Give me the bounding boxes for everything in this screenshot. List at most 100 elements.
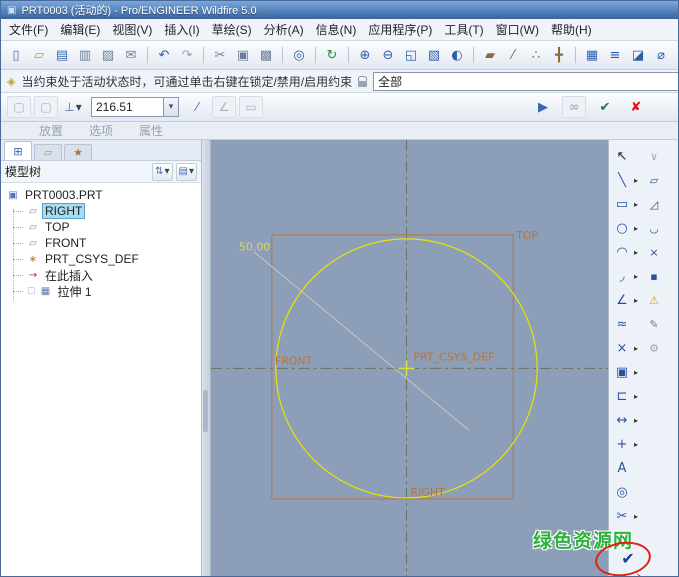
menu-item[interactable]: 窗口(W)	[490, 19, 545, 40]
text-tool[interactable]: A	[612, 458, 632, 478]
flyout-arrow-icon[interactable]: ▸	[632, 440, 640, 449]
datum-plane-toggle[interactable]: ▰	[479, 43, 501, 67]
save-a-copy-button[interactable]: ▨	[97, 43, 119, 67]
tree-item-part[interactable]: ▣ PRT0003.PRT	[1, 187, 201, 203]
dimension-leader-line[interactable]	[254, 252, 469, 431]
region-button[interactable]: ▭ ▾	[239, 96, 263, 118]
flyout-arrow-icon[interactable]: ▸	[632, 176, 640, 185]
rectangle-tool[interactable]: ▭	[612, 194, 632, 214]
datum-point-toggle[interactable]: ∴	[525, 43, 547, 67]
tab-folder-browser[interactable]: ▱	[34, 144, 62, 160]
tree-item-right-plane[interactable]: ▱ RIGHT	[1, 203, 201, 219]
zoom-out-button[interactable]: ⊖	[377, 43, 399, 67]
palette-tool[interactable]: ◎	[612, 482, 632, 502]
menu-item[interactable]: 分析(A)	[258, 19, 310, 40]
menu-item[interactable]: 文件(F)	[3, 19, 54, 40]
lock-scale-button[interactable]: ▢ ▾	[7, 96, 31, 118]
tab-model-tree[interactable]: ⊞	[4, 141, 32, 160]
chamfer-tool[interactable]: ∠	[612, 290, 632, 310]
modify-mode-button[interactable]: ▢ ▾	[34, 96, 58, 118]
plane-label-front[interactable]: FRONT	[275, 354, 313, 367]
dimension-value-field[interactable]: 216.51	[92, 98, 163, 116]
zoom-in-button[interactable]: ⊕	[354, 43, 376, 67]
dashboard-tab[interactable]: 属性	[139, 122, 163, 139]
refit-button[interactable]: ◱	[400, 43, 422, 67]
csys-label[interactable]: PRT_CSYS_DEF	[413, 351, 494, 364]
flyout-arrow-icon[interactable]: ▸	[632, 344, 640, 353]
flyout-arrow-icon[interactable]: ▸	[632, 248, 640, 257]
regenerate-button[interactable]: ↻	[321, 43, 343, 67]
menu-item[interactable]: 草绘(S)	[206, 19, 258, 40]
flyout-arrow-icon[interactable]: ▸	[632, 272, 640, 281]
menu-item[interactable]: 应用程序(P)	[362, 19, 438, 40]
lock-icon[interactable]	[358, 76, 367, 87]
dimension-tool[interactable]: ↔	[612, 410, 632, 430]
dimension-value-label[interactable]: 50.00	[239, 241, 270, 254]
tree-item-insert-here[interactable]: → 在此插入	[1, 267, 201, 283]
layers-button[interactable]: ≡	[604, 43, 626, 67]
print-button[interactable]: ▥	[74, 43, 96, 67]
copy-button[interactable]: ▣	[232, 43, 254, 67]
tree-item-csys[interactable]: ∗ PRT_CSYS_DEF	[1, 251, 201, 267]
plane-label-bottom[interactable]: RIGHT	[410, 486, 445, 499]
menu-item[interactable]: 信息(N)	[310, 19, 363, 40]
tab-favorites[interactable]: ★	[64, 144, 92, 160]
dashboard-tab[interactable]: 选项	[89, 122, 113, 139]
oblique-rectangle-tool[interactable]: ▱	[644, 170, 664, 190]
preview-glasses-button[interactable]: ∞	[562, 96, 586, 118]
flyout-arrow-icon[interactable]: ▸	[632, 416, 640, 425]
csys-toggle[interactable]: ╋	[548, 43, 570, 67]
plane-label-top[interactable]: TOP	[515, 229, 538, 242]
fillet-tool[interactable]: ◞	[612, 266, 632, 286]
display-style-button[interactable]: ◪	[627, 43, 649, 67]
flyout-arrow-icon[interactable]: ▸	[632, 392, 640, 401]
flyout-arrow-icon[interactable]: ▸	[632, 200, 640, 209]
ellipse-tool[interactable]: ×	[644, 242, 664, 262]
slope-button[interactable]: ⁄ ▾	[185, 96, 209, 118]
menu-item[interactable]: 编辑(E)	[54, 19, 106, 40]
conic-arc-tool[interactable]: ◡	[644, 218, 664, 238]
cut-button[interactable]: ✂	[209, 43, 231, 67]
paste-button[interactable]: ▩	[255, 43, 277, 67]
circle-tool[interactable]: ○	[612, 218, 632, 238]
collapse-handles-icon[interactable]: ∨	[644, 146, 664, 166]
tree-item-top-plane[interactable]: ▱ TOP	[1, 219, 201, 235]
flyout-arrow-icon[interactable]: ▸	[632, 296, 640, 305]
panel-splitter[interactable]	[202, 140, 211, 576]
datum-axis-toggle[interactable]: ⁄	[502, 43, 524, 67]
warning-icon[interactable]: ⚠	[644, 290, 664, 310]
line-tool[interactable]: ╲	[612, 170, 632, 190]
chevron-down-icon[interactable]: ▾	[163, 98, 178, 116]
flyout-arrow-icon[interactable]: ▸	[632, 224, 640, 233]
open-file-button[interactable]: ▱	[28, 43, 50, 67]
tree-item-front-plane[interactable]: ▱ FRONT	[1, 235, 201, 251]
offset-edge-tool[interactable]: ⊏	[612, 386, 632, 406]
tree-item-extrude[interactable]: ▢ ▦ 拉伸 1	[1, 283, 201, 299]
tree-show-button[interactable]: ⇅ ▾	[152, 163, 172, 181]
view-manager-button[interactable]: ▦	[581, 43, 603, 67]
menu-item[interactable]: 插入(I)	[158, 19, 205, 40]
menu-item[interactable]: 工具(T)	[438, 19, 489, 40]
undo-button[interactable]: ↶	[153, 43, 175, 67]
use-edge-tool[interactable]: ▣	[612, 362, 632, 382]
constraint-filter-combo[interactable]: 全部 ▾	[373, 72, 679, 91]
flyout-arrow-icon[interactable]: ▸	[632, 368, 640, 377]
cancel-button[interactable]: ✘	[624, 96, 648, 118]
flyout-arrow-icon[interactable]: ▸	[632, 512, 640, 521]
elliptical-fillet-tool[interactable]: ▪	[644, 266, 664, 286]
splitter-handle[interactable]	[203, 390, 208, 432]
repaint-button[interactable]: ▧	[423, 43, 445, 67]
constraints-tool[interactable]: +	[612, 434, 632, 454]
send-mail-button[interactable]: ✉	[120, 43, 142, 67]
app-icon[interactable]: ▣	[7, 5, 16, 16]
accept-button[interactable]: ✔	[593, 96, 617, 118]
sketch-canvas[interactable]: 50.00 TOP FRONT PRT_CSYS_DEF RIGHT	[211, 140, 608, 576]
point-tool[interactable]: ×	[612, 338, 632, 358]
redo-button[interactable]: ↷	[176, 43, 198, 67]
slanted-rectangle-tool[interactable]: ◿	[644, 194, 664, 214]
select-tool[interactable]: ↖	[612, 146, 632, 166]
angle-button[interactable]: ∠ ▾	[212, 96, 236, 118]
sketch-done-button[interactable]: ✔	[617, 548, 639, 568]
spline-tool[interactable]: ≈	[612, 314, 632, 334]
continue-button[interactable]: ▶	[531, 96, 555, 118]
